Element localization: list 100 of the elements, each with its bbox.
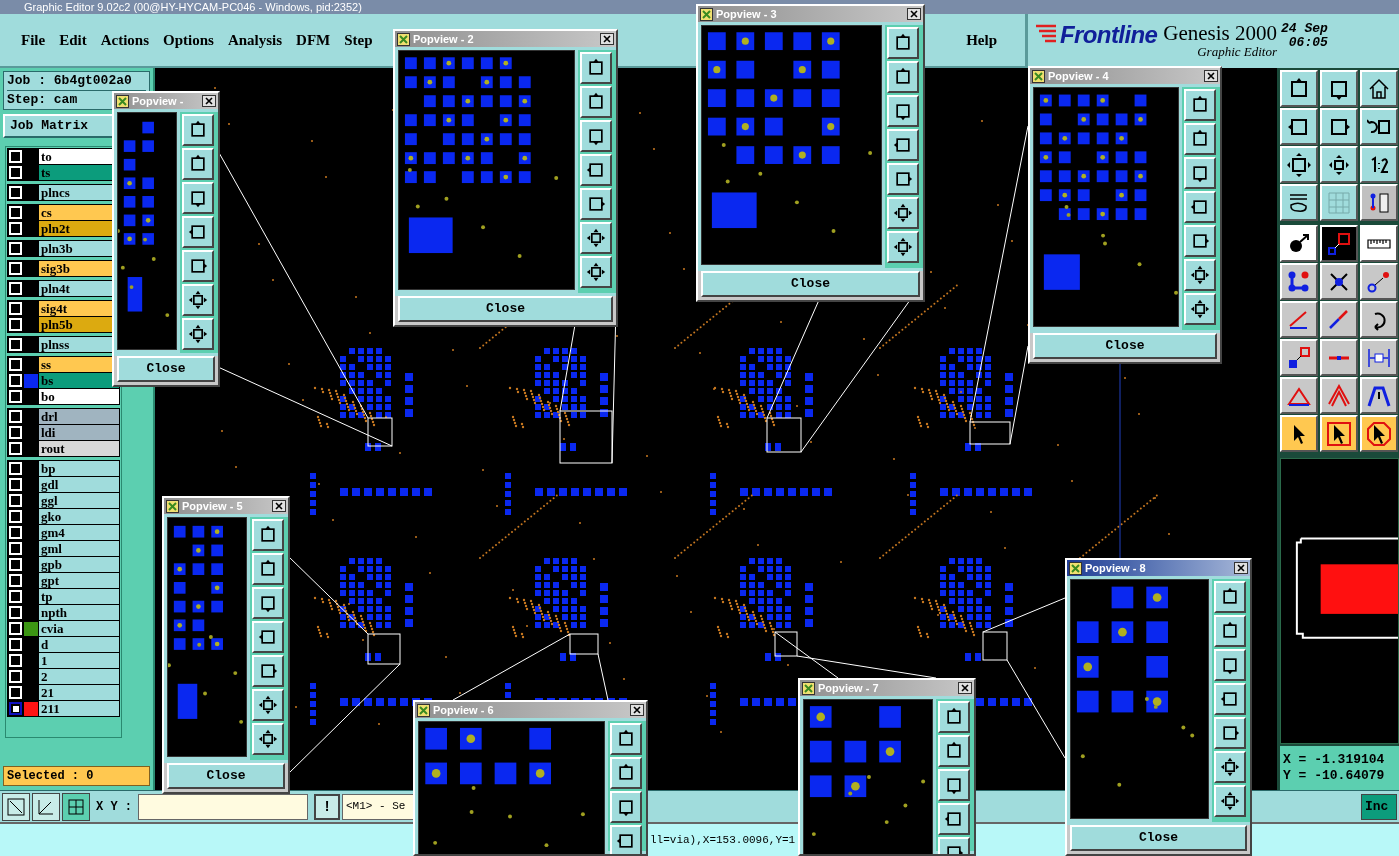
tool-button[interactable]	[1360, 108, 1398, 145]
view-button[interactable]	[252, 655, 284, 687]
view-button[interactable]	[1214, 615, 1246, 647]
view-button[interactable]	[610, 723, 642, 755]
tool-button[interactable]	[1360, 263, 1398, 300]
layer-name[interactable]: rout	[39, 441, 119, 456]
close-button[interactable]	[907, 8, 921, 20]
tool-button[interactable]	[1280, 70, 1318, 107]
close-button[interactable]	[1234, 562, 1248, 574]
layer-name[interactable]: bo	[39, 389, 119, 404]
view-button[interactable]	[182, 284, 214, 316]
view-button[interactable]	[887, 197, 919, 229]
view-button[interactable]	[938, 735, 970, 767]
tool-button[interactable]	[1360, 301, 1398, 338]
view-button[interactable]	[580, 120, 612, 152]
tool-button[interactable]	[1320, 70, 1358, 107]
tool-button[interactable]	[1320, 225, 1358, 262]
layer-name[interactable]: ggl	[39, 493, 119, 508]
tool-button[interactable]	[1320, 415, 1358, 452]
close-button[interactable]: Close	[1033, 333, 1217, 359]
measure-button[interactable]	[2, 792, 30, 821]
layer-name[interactable]: gdl	[39, 477, 119, 492]
view-button[interactable]	[252, 723, 284, 755]
layer-name[interactable]: tp	[39, 589, 119, 604]
layer-name[interactable]: bs	[39, 373, 119, 388]
layer-name[interactable]: gpt	[39, 573, 119, 588]
close-button[interactable]: Close	[701, 271, 920, 297]
grid-snap-button[interactable]	[62, 792, 90, 821]
close-button[interactable]: Close	[167, 763, 285, 789]
layer-name[interactable]: drl	[39, 409, 119, 424]
view-button[interactable]	[252, 519, 284, 551]
tool-button[interactable]	[1280, 263, 1318, 300]
layer-name[interactable]: gm4	[39, 525, 119, 540]
view-button[interactable]	[887, 129, 919, 161]
tool-button[interactable]	[1320, 146, 1358, 183]
view-button[interactable]	[580, 222, 612, 254]
view-button[interactable]	[252, 689, 284, 721]
layer-name[interactable]: gpb	[39, 557, 119, 572]
view-button[interactable]	[1214, 717, 1246, 749]
view-button[interactable]	[1214, 785, 1246, 817]
view-button[interactable]	[1184, 259, 1216, 291]
tool-button[interactable]	[1360, 146, 1398, 183]
tool-button[interactable]	[1280, 225, 1318, 262]
layer-name[interactable]: gml	[39, 541, 119, 556]
view-button[interactable]	[580, 86, 612, 118]
view-button[interactable]	[938, 803, 970, 835]
tool-button[interactable]	[1280, 146, 1318, 183]
tool-button[interactable]	[1320, 263, 1358, 300]
layer-name[interactable]: cvia	[39, 621, 119, 636]
view-button[interactable]	[1184, 157, 1216, 189]
view-button[interactable]	[887, 163, 919, 195]
view-button[interactable]	[1214, 683, 1246, 715]
view-button[interactable]	[182, 216, 214, 248]
tool-button[interactable]	[1360, 377, 1398, 414]
view-button[interactable]	[1214, 649, 1246, 681]
view-button[interactable]	[580, 154, 612, 186]
view-button[interactable]	[938, 769, 970, 801]
tool-button[interactable]	[1360, 415, 1398, 452]
view-button[interactable]	[1184, 225, 1216, 257]
layer-name[interactable]: ldi	[39, 425, 119, 440]
inc-button[interactable]: Inc	[1361, 793, 1397, 820]
tool-button[interactable]	[1360, 184, 1398, 221]
menu-item[interactable]: Options	[156, 28, 221, 52]
view-button[interactable]	[252, 621, 284, 653]
menu-item[interactable]: Edit	[52, 28, 94, 52]
view-button[interactable]	[182, 114, 214, 146]
alert-button[interactable]: !	[314, 793, 340, 820]
layer-name[interactable]: bp	[39, 461, 119, 476]
tool-button[interactable]	[1280, 377, 1318, 414]
view-button[interactable]	[580, 256, 612, 288]
view-button[interactable]	[610, 825, 642, 854]
close-button[interactable]	[958, 682, 972, 694]
view-button[interactable]	[887, 95, 919, 127]
view-button[interactable]	[580, 52, 612, 84]
view-button[interactable]	[1184, 123, 1216, 155]
view-button[interactable]	[938, 701, 970, 733]
view-button[interactable]	[1184, 191, 1216, 223]
tool-button[interactable]	[1280, 184, 1318, 221]
layer-name[interactable]: 2	[39, 669, 119, 684]
tool-button[interactable]	[1320, 108, 1358, 145]
view-button[interactable]	[182, 182, 214, 214]
tool-button[interactable]	[1320, 377, 1358, 414]
view-button[interactable]	[887, 27, 919, 59]
view-button[interactable]	[610, 757, 642, 789]
close-button[interactable]	[202, 95, 216, 107]
overview-map[interactable]	[1280, 458, 1399, 744]
view-button[interactable]	[887, 61, 919, 93]
layer-checkbox[interactable]	[8, 701, 23, 716]
view-button[interactable]	[252, 587, 284, 619]
tool-button[interactable]	[1320, 184, 1358, 221]
tool-button[interactable]	[1280, 415, 1318, 452]
angle-button[interactable]	[32, 792, 60, 821]
layer-name[interactable]: npth	[39, 605, 119, 620]
close-button[interactable]: Close	[398, 296, 613, 322]
menu-item[interactable]: DFM	[289, 28, 338, 52]
close-button[interactable]	[1204, 70, 1218, 82]
close-button[interactable]	[630, 704, 644, 716]
menu-item[interactable]: Step	[337, 28, 380, 52]
view-button[interactable]	[580, 188, 612, 220]
tool-button[interactable]	[1280, 339, 1318, 376]
